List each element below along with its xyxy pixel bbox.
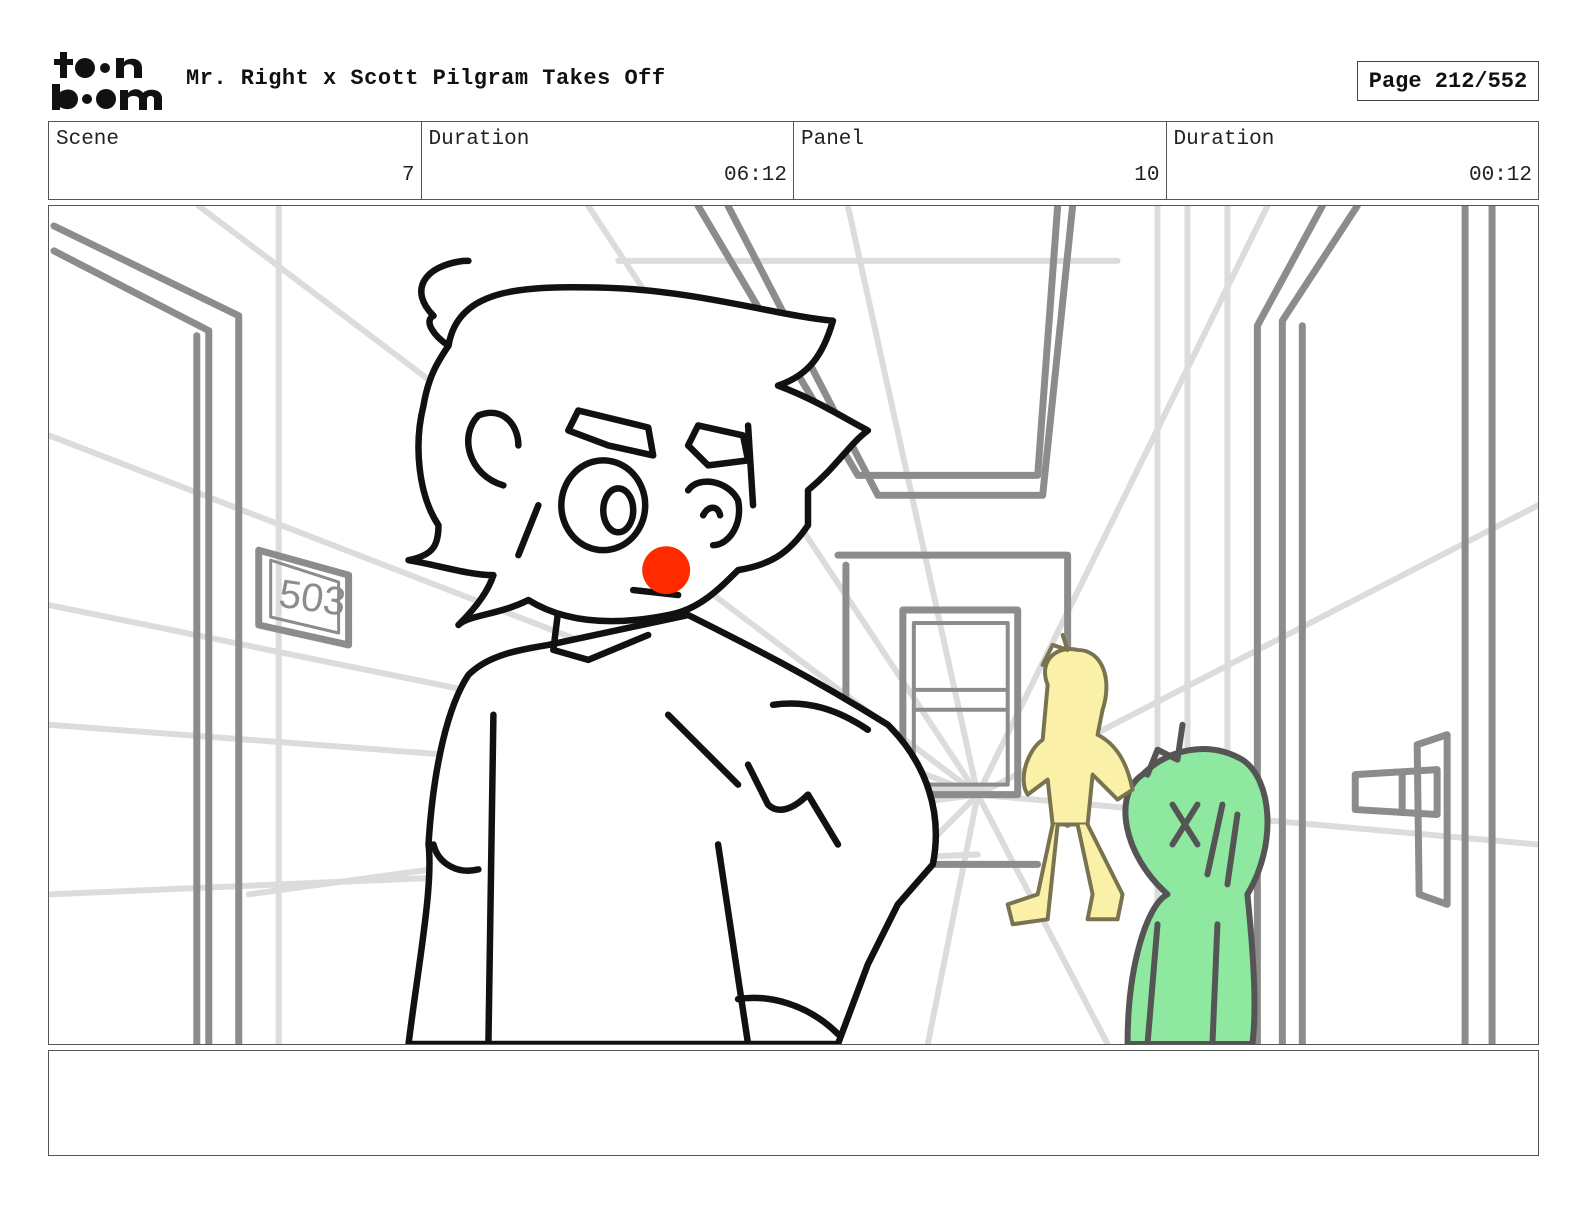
panel-cell: Panel 10: [794, 122, 1167, 199]
panel-duration-cell: Duration 00:12: [1167, 122, 1539, 199]
panel-duration-value: 00:12: [1468, 164, 1532, 187]
panel-label: Panel: [801, 128, 865, 151]
room-number-plate: 503: [276, 572, 348, 625]
scene-value: 7: [401, 164, 415, 187]
panel-notes-box: [48, 1050, 1539, 1156]
yellow-character: [1005, 632, 1135, 927]
main-character: [405, 257, 939, 1044]
project-title: Mr. Right x Scott Pilgram Takes Off: [186, 66, 666, 91]
scene-cell: Scene 7: [49, 122, 422, 199]
scene-duration-cell: Duration 06:12: [422, 122, 794, 199]
scene-info-row: Scene 7 Duration 06:12 Panel 10 Duration…: [48, 121, 1539, 200]
toonboom-logo: [50, 50, 166, 112]
scene-duration-value: 06:12: [723, 164, 787, 187]
scene-label: Scene: [56, 128, 120, 151]
storyboard-panel: 503: [48, 205, 1539, 1045]
panel-artwork: 503: [49, 206, 1538, 1044]
panel-value: 10: [1134, 164, 1160, 187]
scene-duration-label: Duration: [428, 128, 530, 151]
page-indicator: Page 212/552: [1357, 61, 1539, 101]
red-nose: [642, 546, 691, 595]
green-character: [1122, 721, 1271, 1044]
panel-duration-label: Duration: [1173, 128, 1275, 151]
